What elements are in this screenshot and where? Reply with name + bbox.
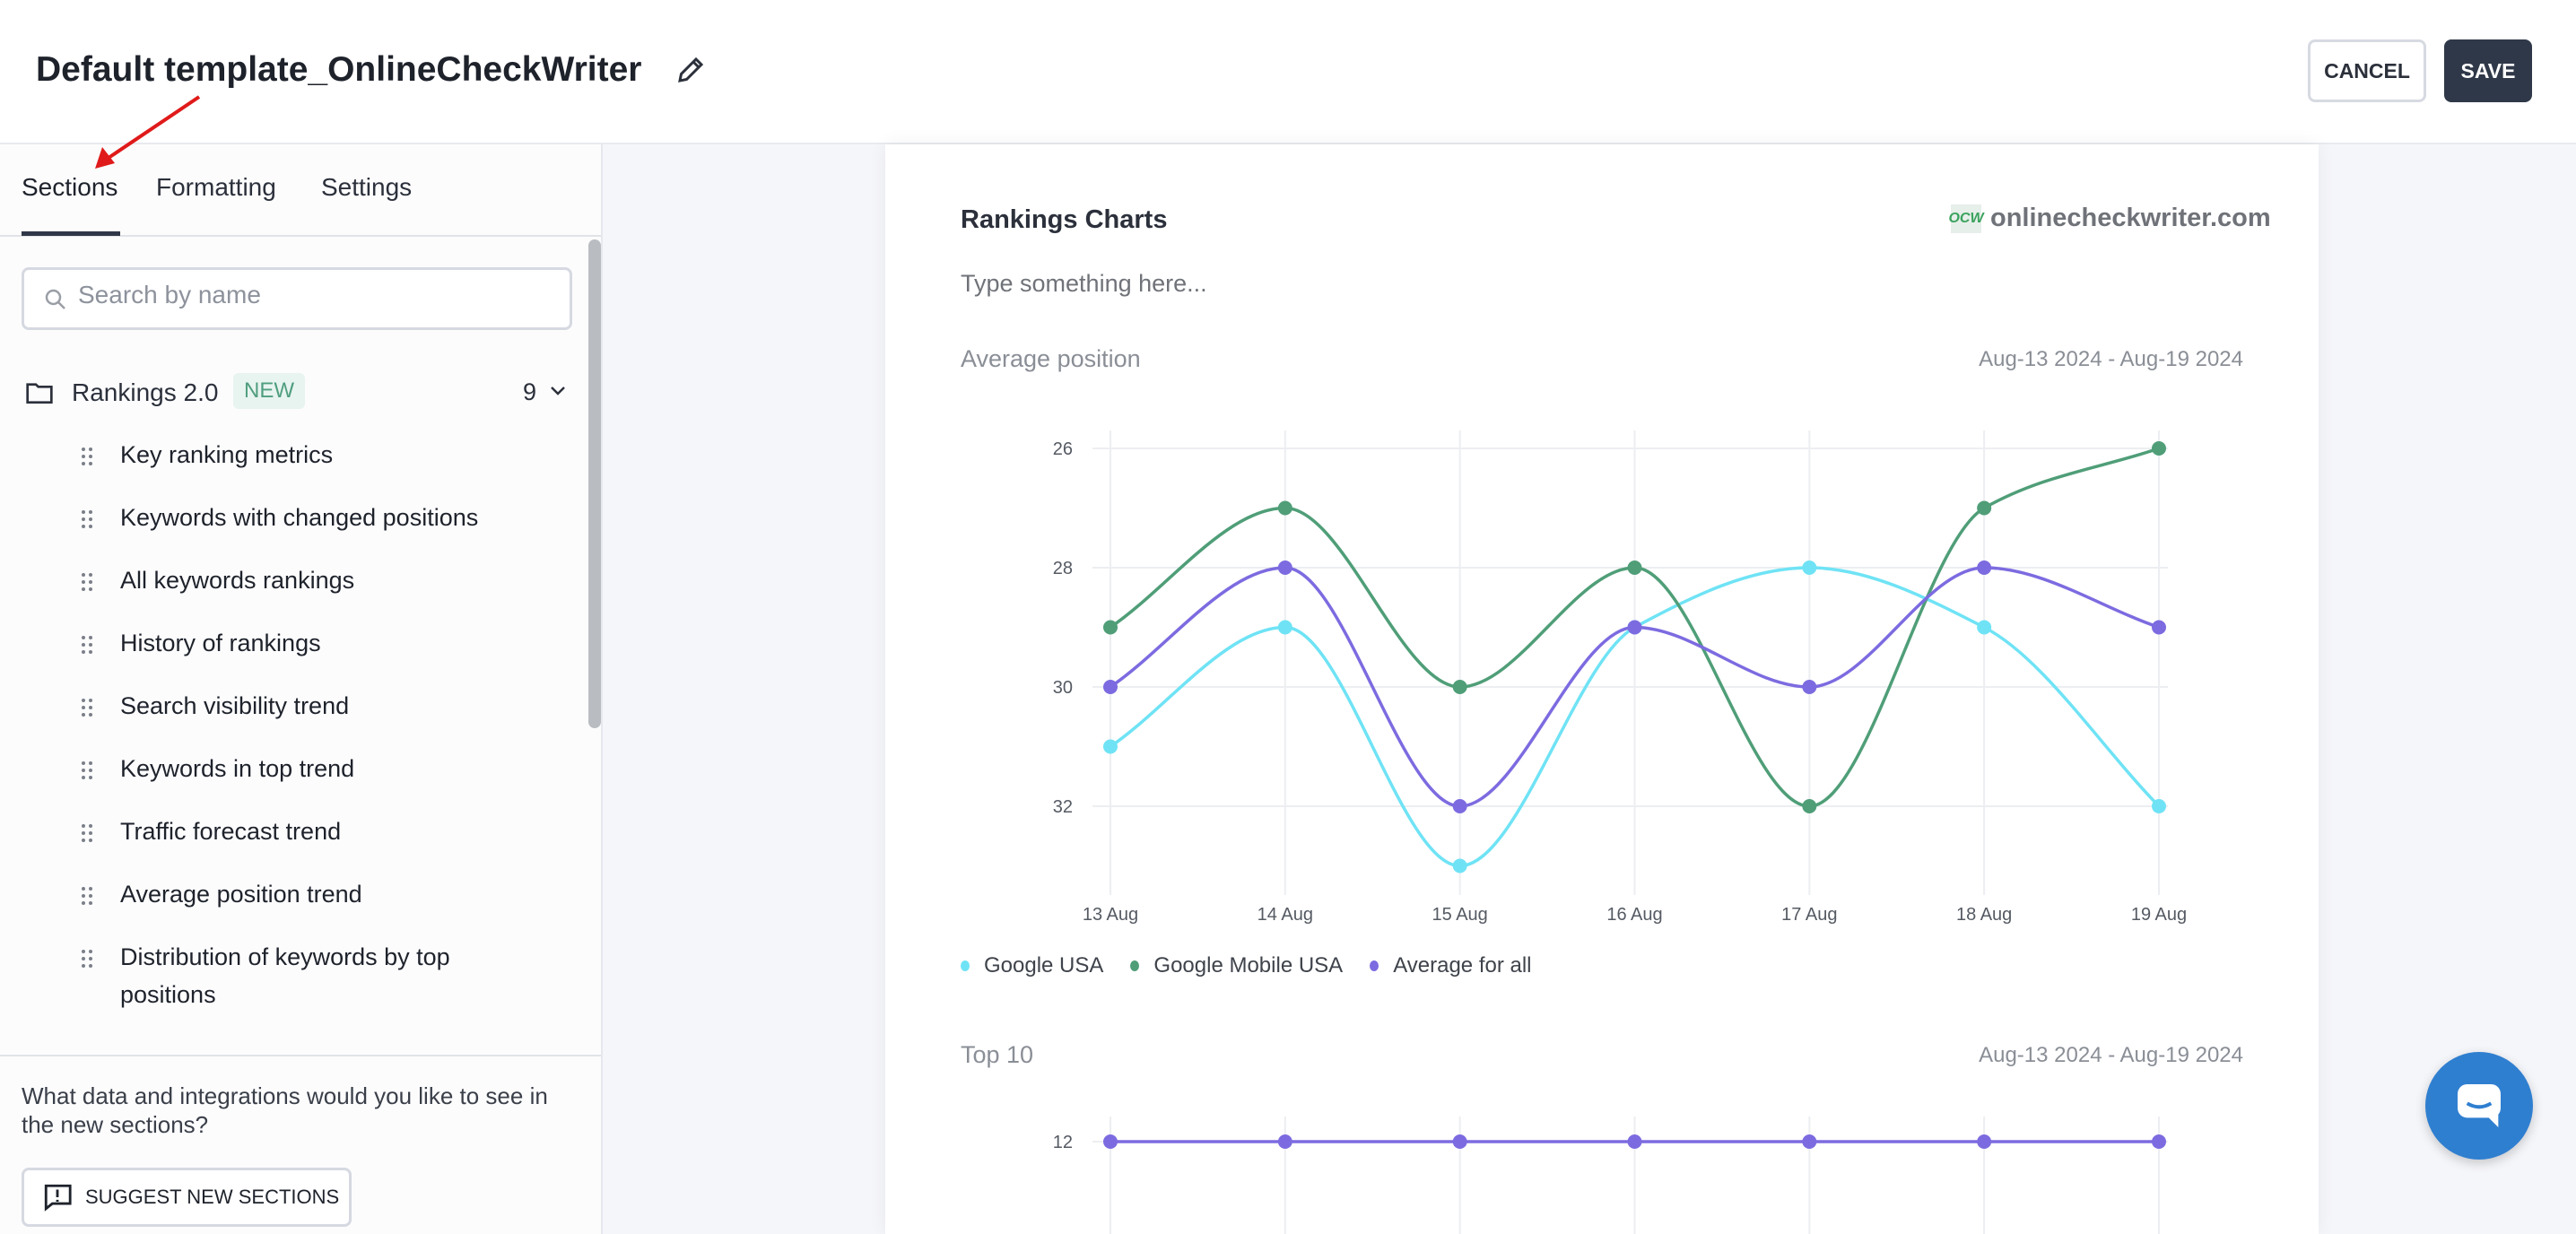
section-item-label: Distribution of keywords by top position…: [120, 943, 450, 1008]
pencil-icon[interactable]: [674, 54, 707, 86]
header: Default template_OnlineCheckWriter CANCE…: [0, 0, 2576, 144]
drag-handle-icon[interactable]: [81, 509, 93, 529]
chart-subtitle-average-position: Average position: [961, 345, 1141, 372]
section-item-label: Traffic forecast trend: [120, 818, 342, 845]
drag-handle-icon[interactable]: [81, 447, 93, 466]
section-item-label: Average position trend: [120, 881, 362, 908]
drag-handle-icon[interactable]: [81, 698, 93, 717]
group-count: 9: [523, 378, 537, 405]
suggest-label: SUGGEST NEW SECTIONS: [85, 1186, 340, 1208]
tab-settings[interactable]: Settings: [321, 173, 412, 202]
search-icon: [45, 289, 65, 309]
section-group-rankings[interactable]: Rankings 2.0 NEW 9: [25, 373, 572, 414]
chat-icon: [2458, 1084, 2501, 1127]
card-title: Rankings Charts: [961, 205, 1168, 234]
chevron-down-icon[interactable]: [549, 384, 567, 398]
folder-icon: [26, 383, 53, 404]
active-tab-indicator: [22, 231, 120, 236]
new-badge: NEW: [233, 373, 305, 409]
drag-handle-icon[interactable]: [81, 823, 93, 843]
section-item-label: Keywords in top trend: [120, 755, 355, 782]
group-label: Rankings 2.0: [72, 378, 219, 406]
legend-average-for-all[interactable]: Average for all: [1370, 953, 1532, 978]
feedback-icon: [44, 1184, 72, 1212]
sidebar-footer: What data and integrations would you lik…: [0, 1055, 601, 1234]
drag-handle-icon[interactable]: [81, 886, 93, 906]
chart-legend: Google USA Google Mobile USA Average for…: [961, 953, 1532, 978]
tab-sections[interactable]: Sections: [22, 173, 117, 202]
chart-subtitle-top-10: Top 10: [961, 1041, 1034, 1068]
ocw-logo-mark: OCW: [1948, 204, 1984, 233]
chat-button[interactable]: [2425, 1052, 2533, 1160]
section-item-label: Keywords with changed positions: [120, 504, 479, 531]
drag-handle-icon[interactable]: [81, 949, 93, 969]
logo-text: onlinecheckwriter.com: [1990, 204, 2271, 232]
sidebar-tabs: Sections Formatting Settings: [0, 144, 601, 237]
brand-logo: OCW onlinecheckwriter.com: [1948, 204, 2271, 233]
drag-handle-icon[interactable]: [81, 760, 93, 780]
section-item-label: All keywords rankings: [120, 567, 355, 594]
save-button[interactable]: SAVE: [2444, 39, 2532, 102]
feedback-question: What data and integrations would you lik…: [22, 1082, 548, 1138]
section-item-label: Search visibility trend: [120, 692, 350, 719]
legend-google-mobile-usa[interactable]: Google Mobile USA: [1130, 953, 1343, 978]
cancel-button[interactable]: CANCEL: [2308, 39, 2426, 102]
sidebar: Sections Formatting Settings Rankings 2.…: [0, 144, 603, 1234]
section-item-label: Key ranking metrics: [120, 441, 334, 468]
sidebar-scrollbar[interactable]: [588, 239, 601, 728]
search-box[interactable]: [22, 267, 572, 330]
report-card: Rankings Charts OCW onlinecheckwriter.co…: [885, 144, 2319, 1234]
tab-formatting[interactable]: Formatting: [156, 173, 276, 202]
section-item-label: History of rankings: [120, 630, 321, 656]
chart-date-range-top-10: Aug-13 2024 - Aug-19 2024: [1979, 1043, 2243, 1067]
chart-date-range: Aug-13 2024 - Aug-19 2024: [1979, 347, 2243, 371]
drag-handle-icon[interactable]: [81, 635, 93, 655]
legend-google-usa[interactable]: Google USA: [961, 953, 1103, 978]
template-title: Default template_OnlineCheckWriter: [36, 50, 642, 89]
search-input[interactable]: [78, 281, 544, 309]
drag-handle-icon[interactable]: [81, 572, 93, 592]
suggest-new-sections-button[interactable]: SUGGEST NEW SECTIONS: [22, 1168, 352, 1227]
description-input[interactable]: Type something here...: [961, 270, 1207, 298]
